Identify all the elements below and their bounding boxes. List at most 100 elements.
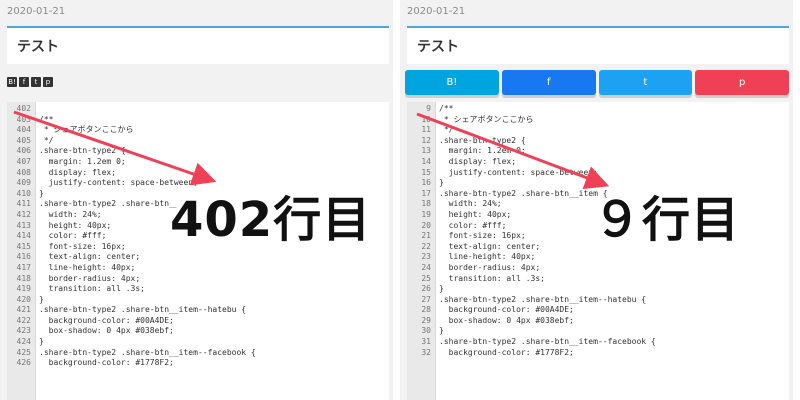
line-text: } xyxy=(439,326,444,336)
line-number: 425 xyxy=(16,347,31,357)
code-line: 425 .share-btn-type2 .share-btn__item--fa… xyxy=(7,348,389,359)
hatebu-share-button[interactable]: B! xyxy=(405,70,499,95)
code-line: 420} xyxy=(7,295,389,306)
line-text: transition: all .3s; xyxy=(439,273,545,283)
line-text: background-color: #00A4DE; xyxy=(439,305,574,315)
line-text: .share-btn-type2 { xyxy=(39,146,126,156)
line-text: display: flex; xyxy=(39,167,117,177)
line-text: transition: all .3s; xyxy=(39,284,145,294)
line-text: .share-btn-type2 .share-btn__item { xyxy=(439,188,608,198)
code-line: 12 .share-btn-type2 { xyxy=(407,136,789,147)
line-text: background-color: #1778F2; xyxy=(39,358,174,368)
code-line: 423 box-shadow: 0 4px #038ebf; xyxy=(7,326,389,337)
facebook-share-button[interactable]: f xyxy=(501,70,596,95)
line-text: .share-btn-type2 .share-btn__item--faceb… xyxy=(39,347,256,357)
code-line: 26} xyxy=(407,284,789,295)
line-number: 29 xyxy=(421,315,431,325)
line-number: 31 xyxy=(421,337,431,347)
line-text: */ xyxy=(439,125,454,135)
code-line: 424} xyxy=(7,337,389,348)
line-number: 12 xyxy=(421,135,431,145)
line-text: background-color: #1778F2; xyxy=(439,347,574,357)
line-number: 10 xyxy=(421,114,431,124)
code-line: 418 border-radius: 4px; xyxy=(7,274,389,285)
hatebu-icon[interactable]: B! xyxy=(7,77,17,87)
line-text: text-align: center; xyxy=(439,241,541,251)
code-line: 13 margin: 1.2em 0; xyxy=(407,146,789,157)
line-text: */ xyxy=(39,135,54,145)
code-line: 421 .share-btn-type2 .share-btn__item--ha… xyxy=(7,305,389,316)
code-line: 14 display: flex; xyxy=(407,157,789,168)
code-block: 402 403/** 404 * シェアボタンここから 405 */406 .share… xyxy=(7,102,389,400)
small-share-icons: B! f t p xyxy=(7,77,53,87)
line-text: line-height: 40px; xyxy=(39,262,136,272)
line-text: color: #fff; xyxy=(439,220,507,230)
code-line: 419 transition: all .3s; xyxy=(7,284,389,295)
line-number: 414 xyxy=(16,231,31,241)
code-line: 24 border-radius: 4px; xyxy=(407,263,789,274)
line-text: .share-btn-type2 .share-btn__item--hateb… xyxy=(439,294,647,304)
post-title: テスト xyxy=(17,39,59,55)
line-text: width: 24%; xyxy=(39,209,102,219)
line-number: 426 xyxy=(16,358,31,368)
code-line: 405 */ xyxy=(7,136,389,147)
line-number: 19 xyxy=(421,209,431,219)
line-text: } xyxy=(439,178,444,188)
line-text xyxy=(35,104,39,115)
line-number: 24 xyxy=(421,262,431,272)
line-text: color: #fff; xyxy=(39,231,107,241)
line-number: 20 xyxy=(421,220,431,230)
line-number: 21 xyxy=(421,231,431,241)
line-number: 405 xyxy=(16,135,31,145)
line-number: 412 xyxy=(16,209,31,219)
pocket-icon[interactable]: p xyxy=(43,77,53,87)
pocket-share-button[interactable]: p xyxy=(695,70,789,95)
line-text: .share-btn-type2 .share-btn__item--faceb… xyxy=(439,337,656,347)
line-text: box-shadow: 0 4px #038ebf; xyxy=(39,326,174,336)
line-text: height: 40px; xyxy=(439,209,512,219)
line-text: font-size: 16px; xyxy=(39,241,126,251)
code-line: 408 display: flex; xyxy=(7,168,389,179)
code-block: 9/** 10 * シェアボタンここから 11 */12 .share-btn-typ… xyxy=(407,102,789,400)
post-title-box: テスト xyxy=(7,26,389,64)
twitter-icon[interactable]: t xyxy=(31,77,41,87)
code-line: 10 * シェアボタンここから xyxy=(407,115,789,126)
line-text: } xyxy=(39,188,44,198)
post-title-box: テスト xyxy=(407,26,789,64)
line-number: 409 xyxy=(16,178,31,188)
code-line: 403 /** xyxy=(7,115,389,126)
line-number: 17 xyxy=(421,188,431,198)
line-number: 419 xyxy=(16,284,31,294)
code-line: 28 background-color: #00A4DE; xyxy=(407,305,789,316)
code-line: 402 xyxy=(7,104,389,115)
line-text: display: flex; xyxy=(439,156,517,166)
left-line-number-caption: 402行目 xyxy=(170,192,372,248)
line-text: text-align: center; xyxy=(39,252,141,262)
facebook-icon[interactable]: f xyxy=(19,77,29,87)
code-line: 32 background-color: #1778F2; xyxy=(407,348,789,359)
line-text: justify-content: space-between; xyxy=(439,167,598,177)
code-line: 23 line-height: 40px; xyxy=(407,252,789,263)
line-text: box-shadow: 0 4px #038ebf; xyxy=(439,315,574,325)
line-number: 23 xyxy=(421,252,431,262)
line-number: 30 xyxy=(421,326,431,336)
twitter-share-button[interactable]: t xyxy=(598,70,693,95)
line-number: 413 xyxy=(16,220,31,230)
line-number: 28 xyxy=(421,305,431,315)
line-text: border-radius: 4px; xyxy=(39,273,141,283)
code-line: 29 box-shadow: 0 4px #038ebf; xyxy=(407,316,789,327)
line-number: 422 xyxy=(16,315,31,325)
line-text: width: 24%; xyxy=(439,199,502,209)
post-date: 2020-01-21 xyxy=(7,6,66,17)
line-text: .share-btn-type2 .share-btn__ xyxy=(39,199,179,209)
line-number: 9 xyxy=(426,104,431,113)
line-number: 411 xyxy=(16,199,31,209)
line-text: line-height: 40px; xyxy=(439,252,536,262)
line-number: 22 xyxy=(421,241,431,251)
line-number: 420 xyxy=(16,294,31,304)
line-text: /** xyxy=(439,104,454,113)
code-line: 15 justify-content: space-between; xyxy=(407,168,789,179)
line-number: 424 xyxy=(16,337,31,347)
line-number: 26 xyxy=(421,284,431,294)
code-line: 417 line-height: 40px; xyxy=(7,263,389,274)
